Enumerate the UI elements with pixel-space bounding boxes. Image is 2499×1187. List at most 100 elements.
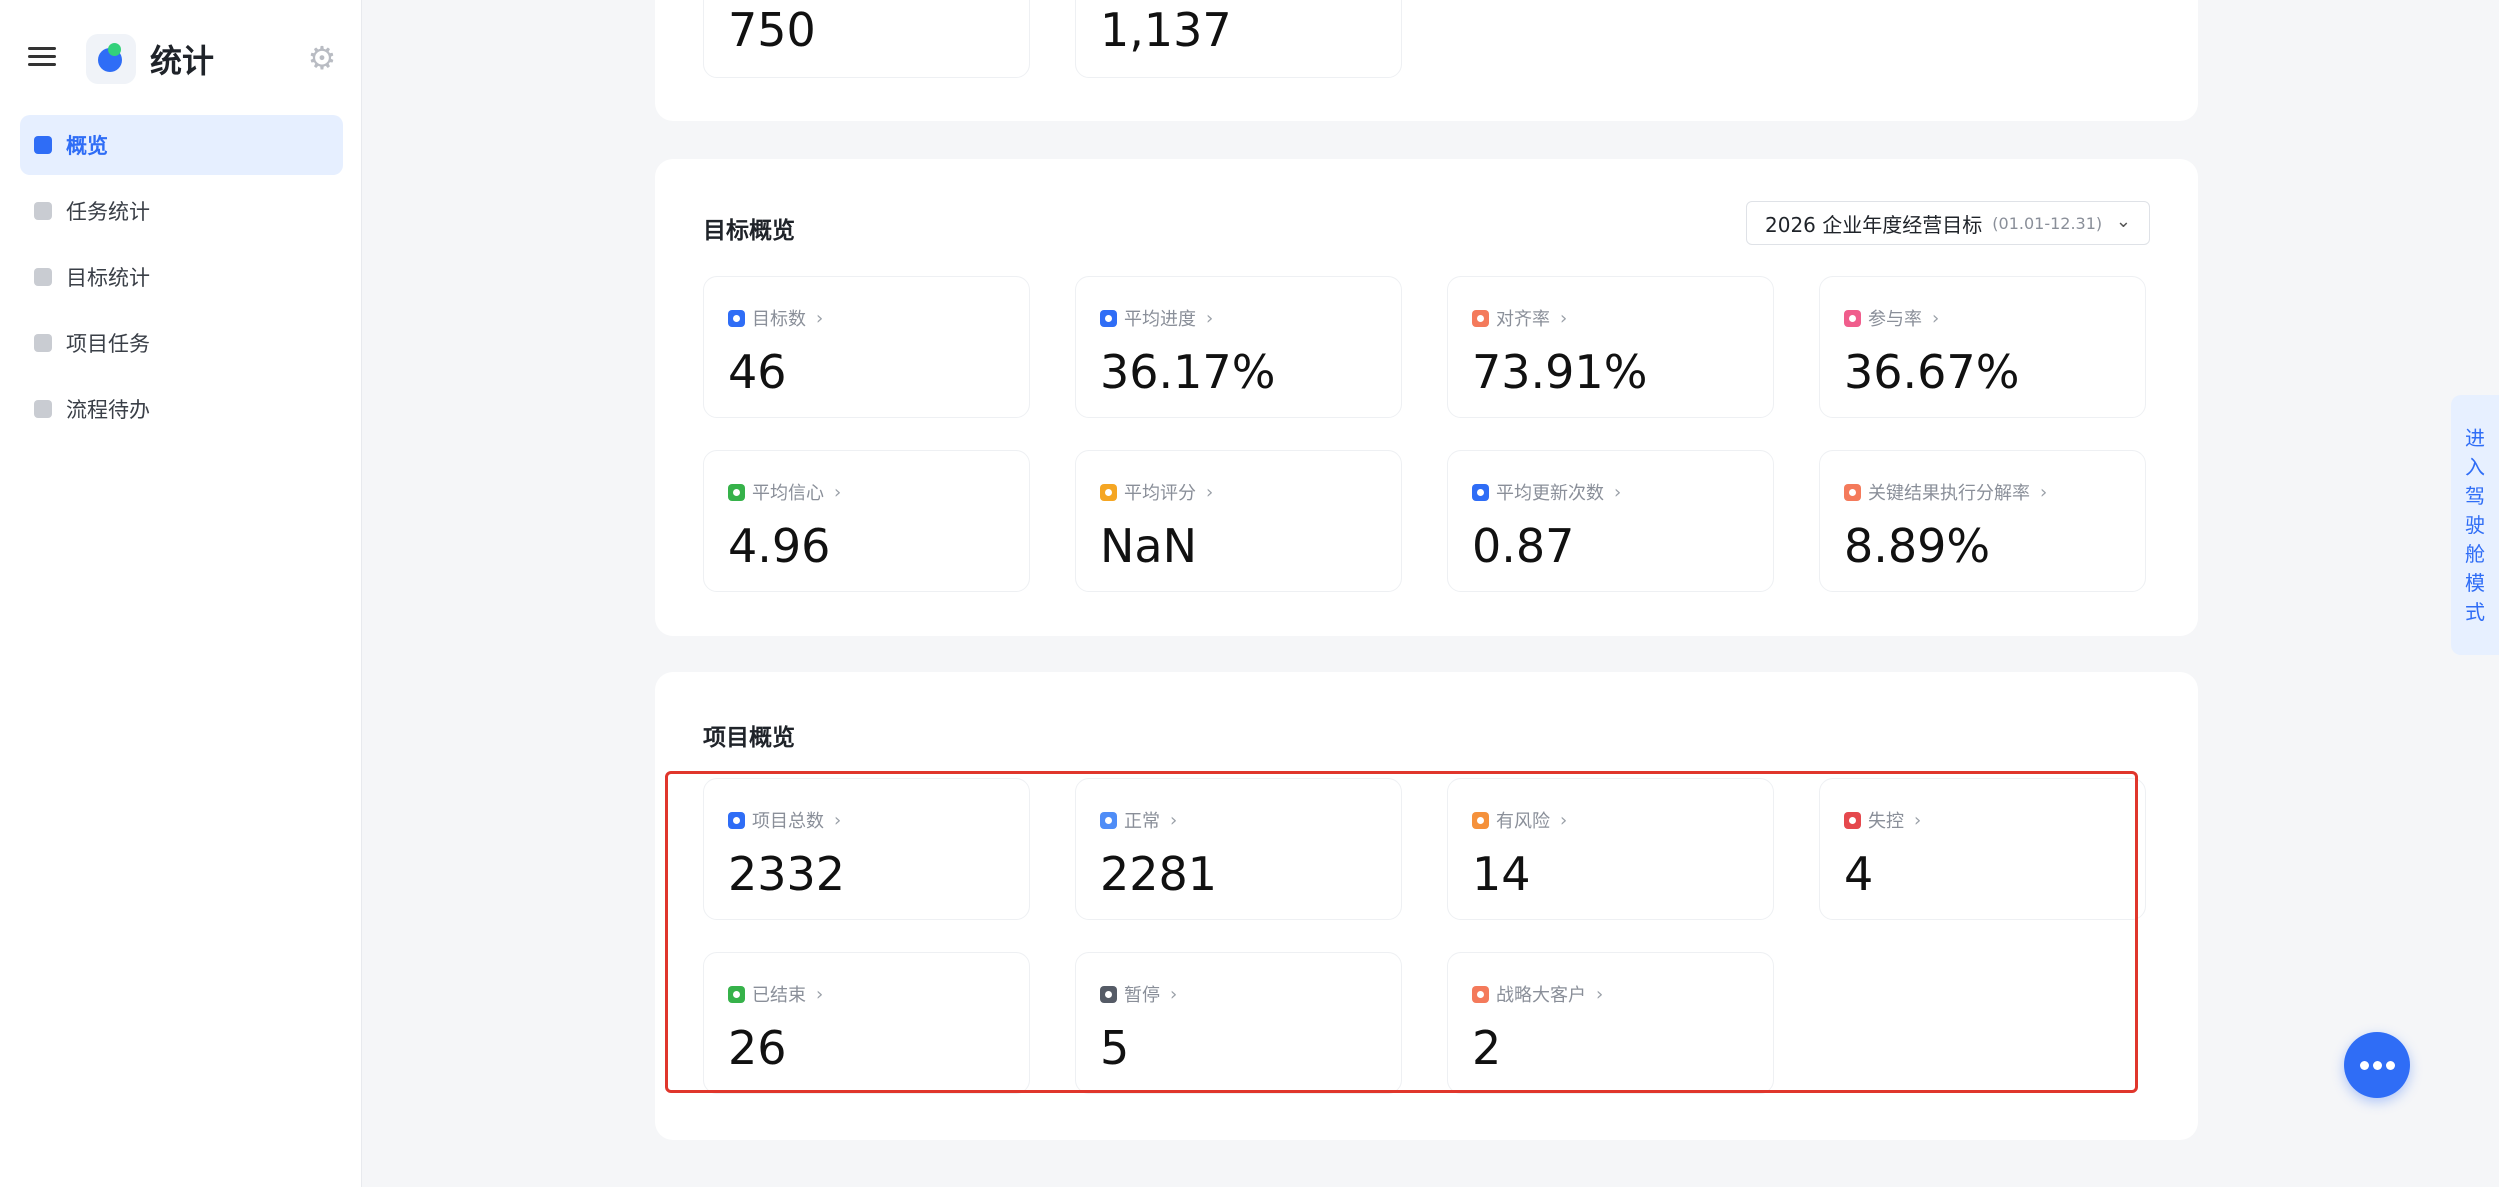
stat-value: 46 (728, 345, 787, 399)
stat-label: 平均更新次数 › (1472, 479, 1621, 505)
sidebar-item-workflow-todo[interactable]: 流程待办 (20, 379, 343, 439)
stat-icon (728, 309, 745, 327)
stat-value: 2 (1472, 1021, 1502, 1075)
goal-overview-card: 目标概览 2026 企业年度经营目标 (01.01-12.31) ⌄ 目标数 › 4… (655, 159, 2198, 636)
chevron-right-icon: › (816, 307, 824, 329)
stat-card[interactable]: 失控 › 4 (1819, 778, 2146, 920)
stat-card[interactable]: 1,137 (1075, 0, 1402, 78)
top-stats-card: 750 1,137 (655, 0, 2198, 121)
stat-card[interactable]: 有风险 › 14 (1447, 778, 1774, 920)
stat-value: 2332 (728, 847, 846, 901)
stat-value: NaN (1100, 519, 1198, 573)
stat-card[interactable]: 暂停 › 5 (1075, 952, 1402, 1094)
sidebar-item-project-tasks[interactable]: 项目任务 (20, 313, 343, 373)
chevron-right-icon: › (834, 481, 842, 503)
stat-icon (1472, 985, 1489, 1003)
sidebar-item-label: 目标统计 (66, 266, 150, 290)
stat-icon (1100, 811, 1117, 829)
stat-label-text: 目标数 (752, 309, 806, 330)
sidebar-item-goal-stats[interactable]: 目标统计 (20, 247, 343, 307)
stat-icon (1100, 483, 1117, 501)
stat-card[interactable]: 关键结果执行分解率 › 8.89% (1819, 450, 2146, 592)
stat-icon (728, 483, 745, 501)
chevron-right-icon: › (1206, 481, 1214, 503)
more-icon[interactable] (2344, 1032, 2410, 1098)
stat-label: 失控 › (1844, 807, 1921, 833)
stat-value: 26 (728, 1021, 787, 1075)
stat-card[interactable]: 对齐率 › 73.91% (1447, 276, 1774, 418)
stat-card[interactable]: 平均进度 › 36.17% (1075, 276, 1402, 418)
cockpit-char: 舱 (2465, 541, 2485, 566)
stat-card[interactable]: 参与率 › 36.67% (1819, 276, 2146, 418)
app-logo (86, 34, 136, 84)
stat-value: 4 (1844, 847, 1874, 901)
stat-icon (1100, 309, 1117, 327)
menu-icon[interactable] (28, 43, 56, 71)
cockpit-char: 模 (2465, 570, 2485, 595)
stat-label: 平均信心 › (728, 479, 841, 505)
stat-label-text: 项目总数 (752, 811, 824, 832)
chevron-right-icon: › (1596, 983, 1604, 1005)
chevron-right-icon: › (2040, 481, 2048, 503)
stat-icon (728, 811, 745, 829)
stat-label: 正常 › (1100, 807, 1177, 833)
stat-card[interactable]: 750 (703, 0, 1030, 78)
chevron-right-icon: › (1914, 809, 1922, 831)
stat-icon (1844, 811, 1861, 829)
workflow-icon (34, 400, 52, 418)
stat-value: 73.91% (1472, 345, 1648, 399)
sidebar-item-label: 任务统计 (66, 200, 150, 224)
stat-icon (1472, 309, 1489, 327)
stat-value: 8.89% (1844, 519, 1991, 573)
gear-icon[interactable]: ⚙ (306, 42, 338, 74)
goal-icon (34, 268, 52, 286)
sidebar-item-label: 概览 (66, 134, 108, 158)
chevron-right-icon: › (816, 983, 824, 1005)
sidebar: 统计 ⚙ 概览 任务统计 目标统计 项目任务 流程待办 (0, 0, 362, 1187)
chevron-right-icon: › (1170, 809, 1178, 831)
stat-label: 关键结果执行分解率 › (1844, 479, 2047, 505)
stat-label-text: 战略大客户 (1496, 985, 1586, 1006)
stat-card[interactable]: 平均信心 › 4.96 (703, 450, 1030, 592)
stat-card[interactable]: 平均更新次数 › 0.87 (1447, 450, 1774, 592)
stat-icon (1472, 811, 1489, 829)
select-value: 2026 企业年度经营目标 (1765, 212, 1983, 237)
stat-card[interactable]: 已结束 › 26 (703, 952, 1030, 1094)
stat-label: 平均评分 › (1100, 479, 1213, 505)
cockpit-mode-button[interactable]: 进入驾驶舱模式 (2451, 395, 2499, 655)
stat-card[interactable]: 目标数 › 46 (703, 276, 1030, 418)
project-overview-card: 项目概览 项目总数 › 2332 正常 › 2281 有风险 › 14 失控 › 4 已结束 › 26 暂停 ›… (655, 672, 2198, 1140)
chevron-right-icon: › (1170, 983, 1178, 1005)
stat-label: 项目总数 › (728, 807, 841, 833)
stat-label-text: 对齐率 (1496, 309, 1550, 330)
stat-value: 1,137 (1100, 3, 1232, 57)
stat-icon (728, 985, 745, 1003)
sidebar-item-task-stats[interactable]: 任务统计 (20, 181, 343, 241)
sidebar-item-overview[interactable]: 概览 (20, 115, 343, 175)
stat-label: 已结束 › (728, 981, 823, 1007)
stat-label-text: 平均进度 (1124, 309, 1196, 330)
stat-icon (1844, 309, 1861, 327)
goal-period-select[interactable]: 2026 企业年度经营目标 (01.01-12.31) ⌄ (1746, 201, 2150, 245)
select-range: (01.01-12.31) (1992, 213, 2103, 233)
stat-label-text: 参与率 (1868, 309, 1922, 330)
stat-label: 战略大客户 › (1472, 981, 1603, 1007)
sidebar-item-label: 流程待办 (66, 398, 150, 422)
stat-value: 750 (728, 3, 816, 57)
stat-card[interactable]: 项目总数 › 2332 (703, 778, 1030, 920)
stat-label-text: 正常 (1124, 811, 1160, 832)
stat-label-text: 已结束 (752, 985, 806, 1006)
stat-label: 有风险 › (1472, 807, 1567, 833)
app-title: 统计 (150, 42, 215, 80)
project-icon (34, 334, 52, 352)
stat-card[interactable]: 战略大客户 › 2 (1447, 952, 1774, 1094)
chevron-down-icon: ⌄ (2115, 211, 2131, 232)
stat-card[interactable]: 平均评分 › NaN (1075, 450, 1402, 592)
stat-value: 14 (1472, 847, 1531, 901)
overview-icon (34, 136, 52, 154)
stat-label-text: 平均更新次数 (1496, 483, 1604, 504)
stat-card[interactable]: 正常 › 2281 (1075, 778, 1402, 920)
chevron-right-icon: › (834, 809, 842, 831)
cockpit-char: 式 (2465, 599, 2485, 624)
stat-value: 5 (1100, 1021, 1130, 1075)
